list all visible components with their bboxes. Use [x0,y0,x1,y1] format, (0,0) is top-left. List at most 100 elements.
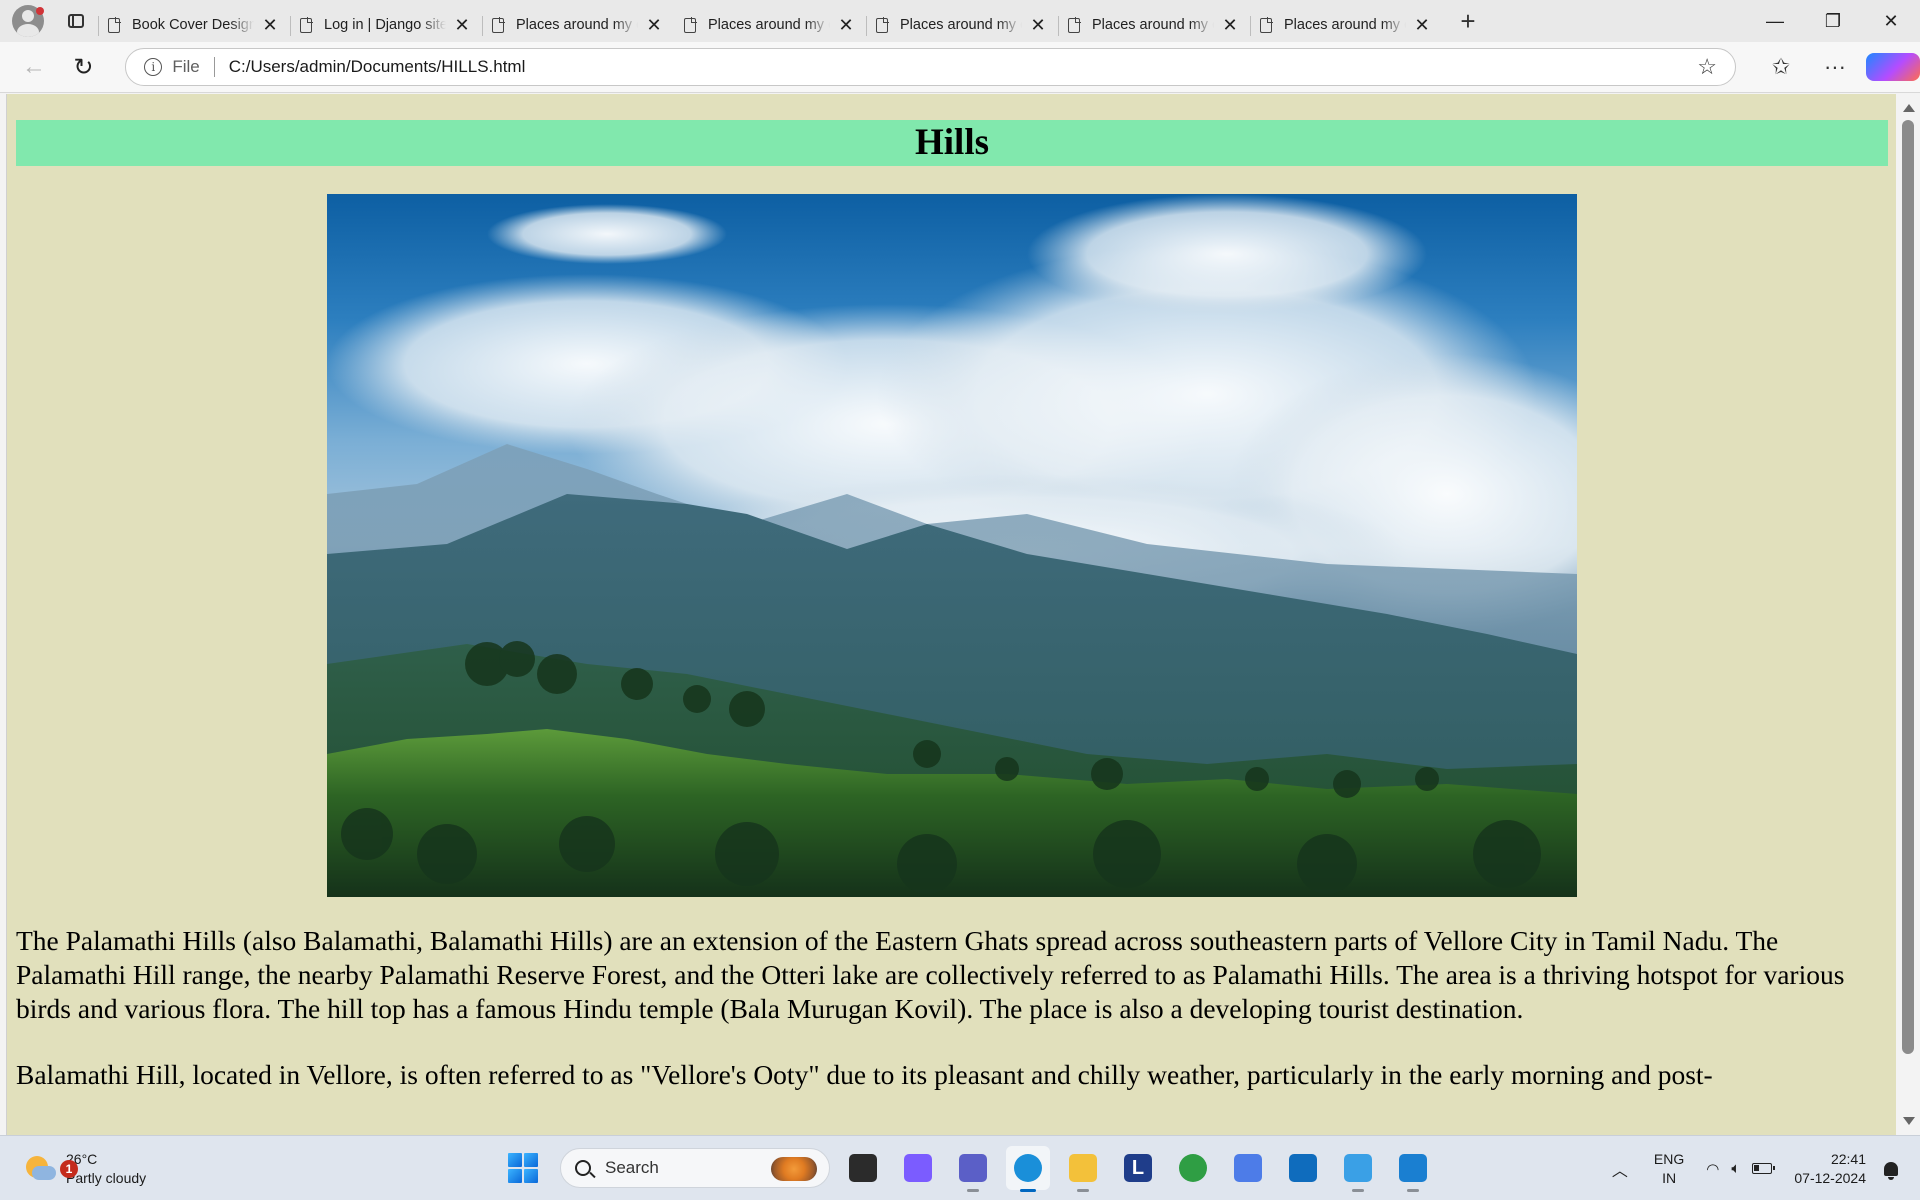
file-explorer-taskbar-icon[interactable] [1061,1146,1105,1192]
taskbar-search[interactable]: Search [560,1148,830,1188]
tab-separator [1250,16,1251,36]
teams-taskbar-icon[interactable] [951,1146,995,1192]
file-explorer-black-icon [849,1154,877,1182]
scheme-label: File [172,57,200,76]
vertical-scrollbar[interactable] [1896,94,1920,1135]
more-options-icon[interactable]: ··· [1808,54,1862,80]
page-icon [1068,16,1081,33]
start-logo-pane [524,1169,538,1183]
file-explorer-black-taskbar-icon[interactable] [841,1146,885,1190]
article-paragraph: The Palamathi Hills (also Balamathi, Bal… [16,925,1845,1024]
vs-code-icon [1399,1154,1427,1182]
weather-widget[interactable]: 1 26°C Partly cloudy [22,1150,146,1188]
system-tray: ︿ ENG IN ◠ 🔈︎ 22:41 07-12-2024 [1612,1136,1920,1200]
browser-tab[interactable]: Places around my city ✕ [1250,8,1442,42]
browser-tab[interactable]: Log in | Django site admin ✕ [290,8,482,42]
battery-level [1754,1165,1760,1171]
page-icon [108,16,121,33]
tab-close-icon[interactable]: ✕ [836,15,856,36]
start-logo-pane [508,1169,522,1183]
scrollbar-thumb[interactable] [1902,120,1914,1054]
tab-separator [866,16,867,36]
tray-status-icons[interactable]: ◠ 🔈︎ [1706,1160,1776,1178]
url-text[interactable]: C:/Users/admin/Documents/HILLS.html [229,57,1698,77]
region-code: IN [1662,1169,1677,1186]
running-indicator [1352,1189,1364,1192]
cloud-shape [32,1166,56,1180]
address-bar[interactable]: i File C:/Users/admin/Documents/HILLS.ht… [125,48,1736,86]
battery-icon [1752,1163,1776,1174]
tab-title: Places around my city [1284,17,1406,33]
browser-tab[interactable]: Places around my city ✕ [674,8,866,42]
running-indicator [1020,1189,1036,1192]
tab-title: Log in | Django site admin [324,17,446,33]
tab-title: Places around my city [1092,17,1214,33]
search-icon [575,1160,591,1176]
tab-close-icon[interactable]: ✕ [1412,15,1432,36]
window-controls: — ❐ ✕ [1746,0,1920,42]
chrome-taskbar-icon[interactable] [1171,1146,1215,1190]
edge-taskbar-icon[interactable] [1006,1146,1050,1192]
tab-separator [290,16,291,36]
browser-tab[interactable]: Places around my city ✕ [482,8,674,42]
tab-title: Places around my city [708,17,830,33]
clock-time: 22:41 [1830,1150,1866,1167]
tab-close-icon[interactable]: ✕ [260,15,280,36]
browser-tab[interactable]: Places around my city ✕ [866,8,1058,42]
show-hidden-icons-chevron-up-icon[interactable]: ︿ [1612,1157,1628,1181]
weather-badge: 1 [60,1160,78,1178]
tab-actions-menu-button[interactable] [60,5,92,37]
copilot-taskbar-icon[interactable] [896,1146,940,1190]
page-icon [300,16,313,33]
running-indicator [1407,1189,1419,1192]
scroll-down-arrow-icon[interactable] [1903,1117,1915,1125]
tab-separator [1058,16,1059,36]
partly-cloudy-icon [22,1152,56,1186]
toolbar-right: ✩ ··· [1754,53,1920,81]
paint-app-taskbar-icon[interactable] [1336,1146,1380,1192]
address-separator [213,57,215,77]
tab-title: Places around my city [900,17,1022,33]
navigation-bar: ← ↻ i File C:/Users/admin/Documents/HILL… [0,42,1920,93]
back-button[interactable]: ← [14,47,54,87]
wifi-icon: ◠ [1706,1160,1720,1178]
microsoft-store-taskbar-icon[interactable] [1281,1146,1325,1190]
l-app-icon: L [1124,1154,1152,1182]
notification-bell-icon[interactable] [1884,1161,1898,1180]
site-info-icon[interactable]: i [144,58,163,76]
weather-condition: Partly cloudy [66,1170,147,1186]
arc-app-taskbar-icon[interactable] [1226,1146,1270,1190]
hills-landscape-illustration [327,194,1577,897]
tab-actions-icon [68,14,84,28]
chrome-icon [1179,1154,1207,1182]
clock[interactable]: 22:41 07-12-2024 [1794,1150,1866,1188]
language-code: ENG [1653,1150,1685,1167]
vs-code-taskbar-icon[interactable] [1391,1146,1435,1192]
language-indicator[interactable]: ENG IN [1654,1150,1684,1188]
l-app-taskbar-icon[interactable]: L [1116,1146,1160,1190]
tab-close-icon[interactable]: ✕ [1220,15,1240,36]
restore-button[interactable]: ❐ [1804,0,1862,42]
window-close-button[interactable]: ✕ [1862,0,1920,42]
page-heading: Hills [16,120,1888,166]
browser-tab[interactable]: Places around my city ✕ [1058,8,1250,42]
scroll-up-arrow-icon[interactable] [1903,104,1915,112]
tab-close-icon[interactable]: ✕ [452,15,472,36]
browser-tab[interactable]: Book Cover Design ✕ [98,8,290,42]
reload-button[interactable]: ↻ [64,47,104,87]
start-button[interactable] [508,1153,538,1183]
tab-close-icon[interactable]: ✕ [1028,15,1048,36]
new-tab-button[interactable]: + [1448,4,1488,38]
clock-date: 07-12-2024 [1794,1169,1866,1186]
page-icon [1260,16,1273,33]
copilot-icon [904,1154,932,1182]
page-icon [492,16,505,33]
favorites-icon[interactable]: ✩ [1754,54,1808,80]
minimize-button[interactable]: — [1746,0,1804,42]
article-paragraph: Balamathi Hill, located in Vellore, is o… [16,1059,1713,1090]
file-explorer-icon [1069,1154,1097,1182]
tab-close-icon[interactable]: ✕ [644,15,664,36]
favorite-star-icon[interactable]: ☆ [1697,54,1717,80]
copilot-icon[interactable] [1865,53,1920,81]
volume-icon: 🔈︎ [1731,1160,1741,1177]
